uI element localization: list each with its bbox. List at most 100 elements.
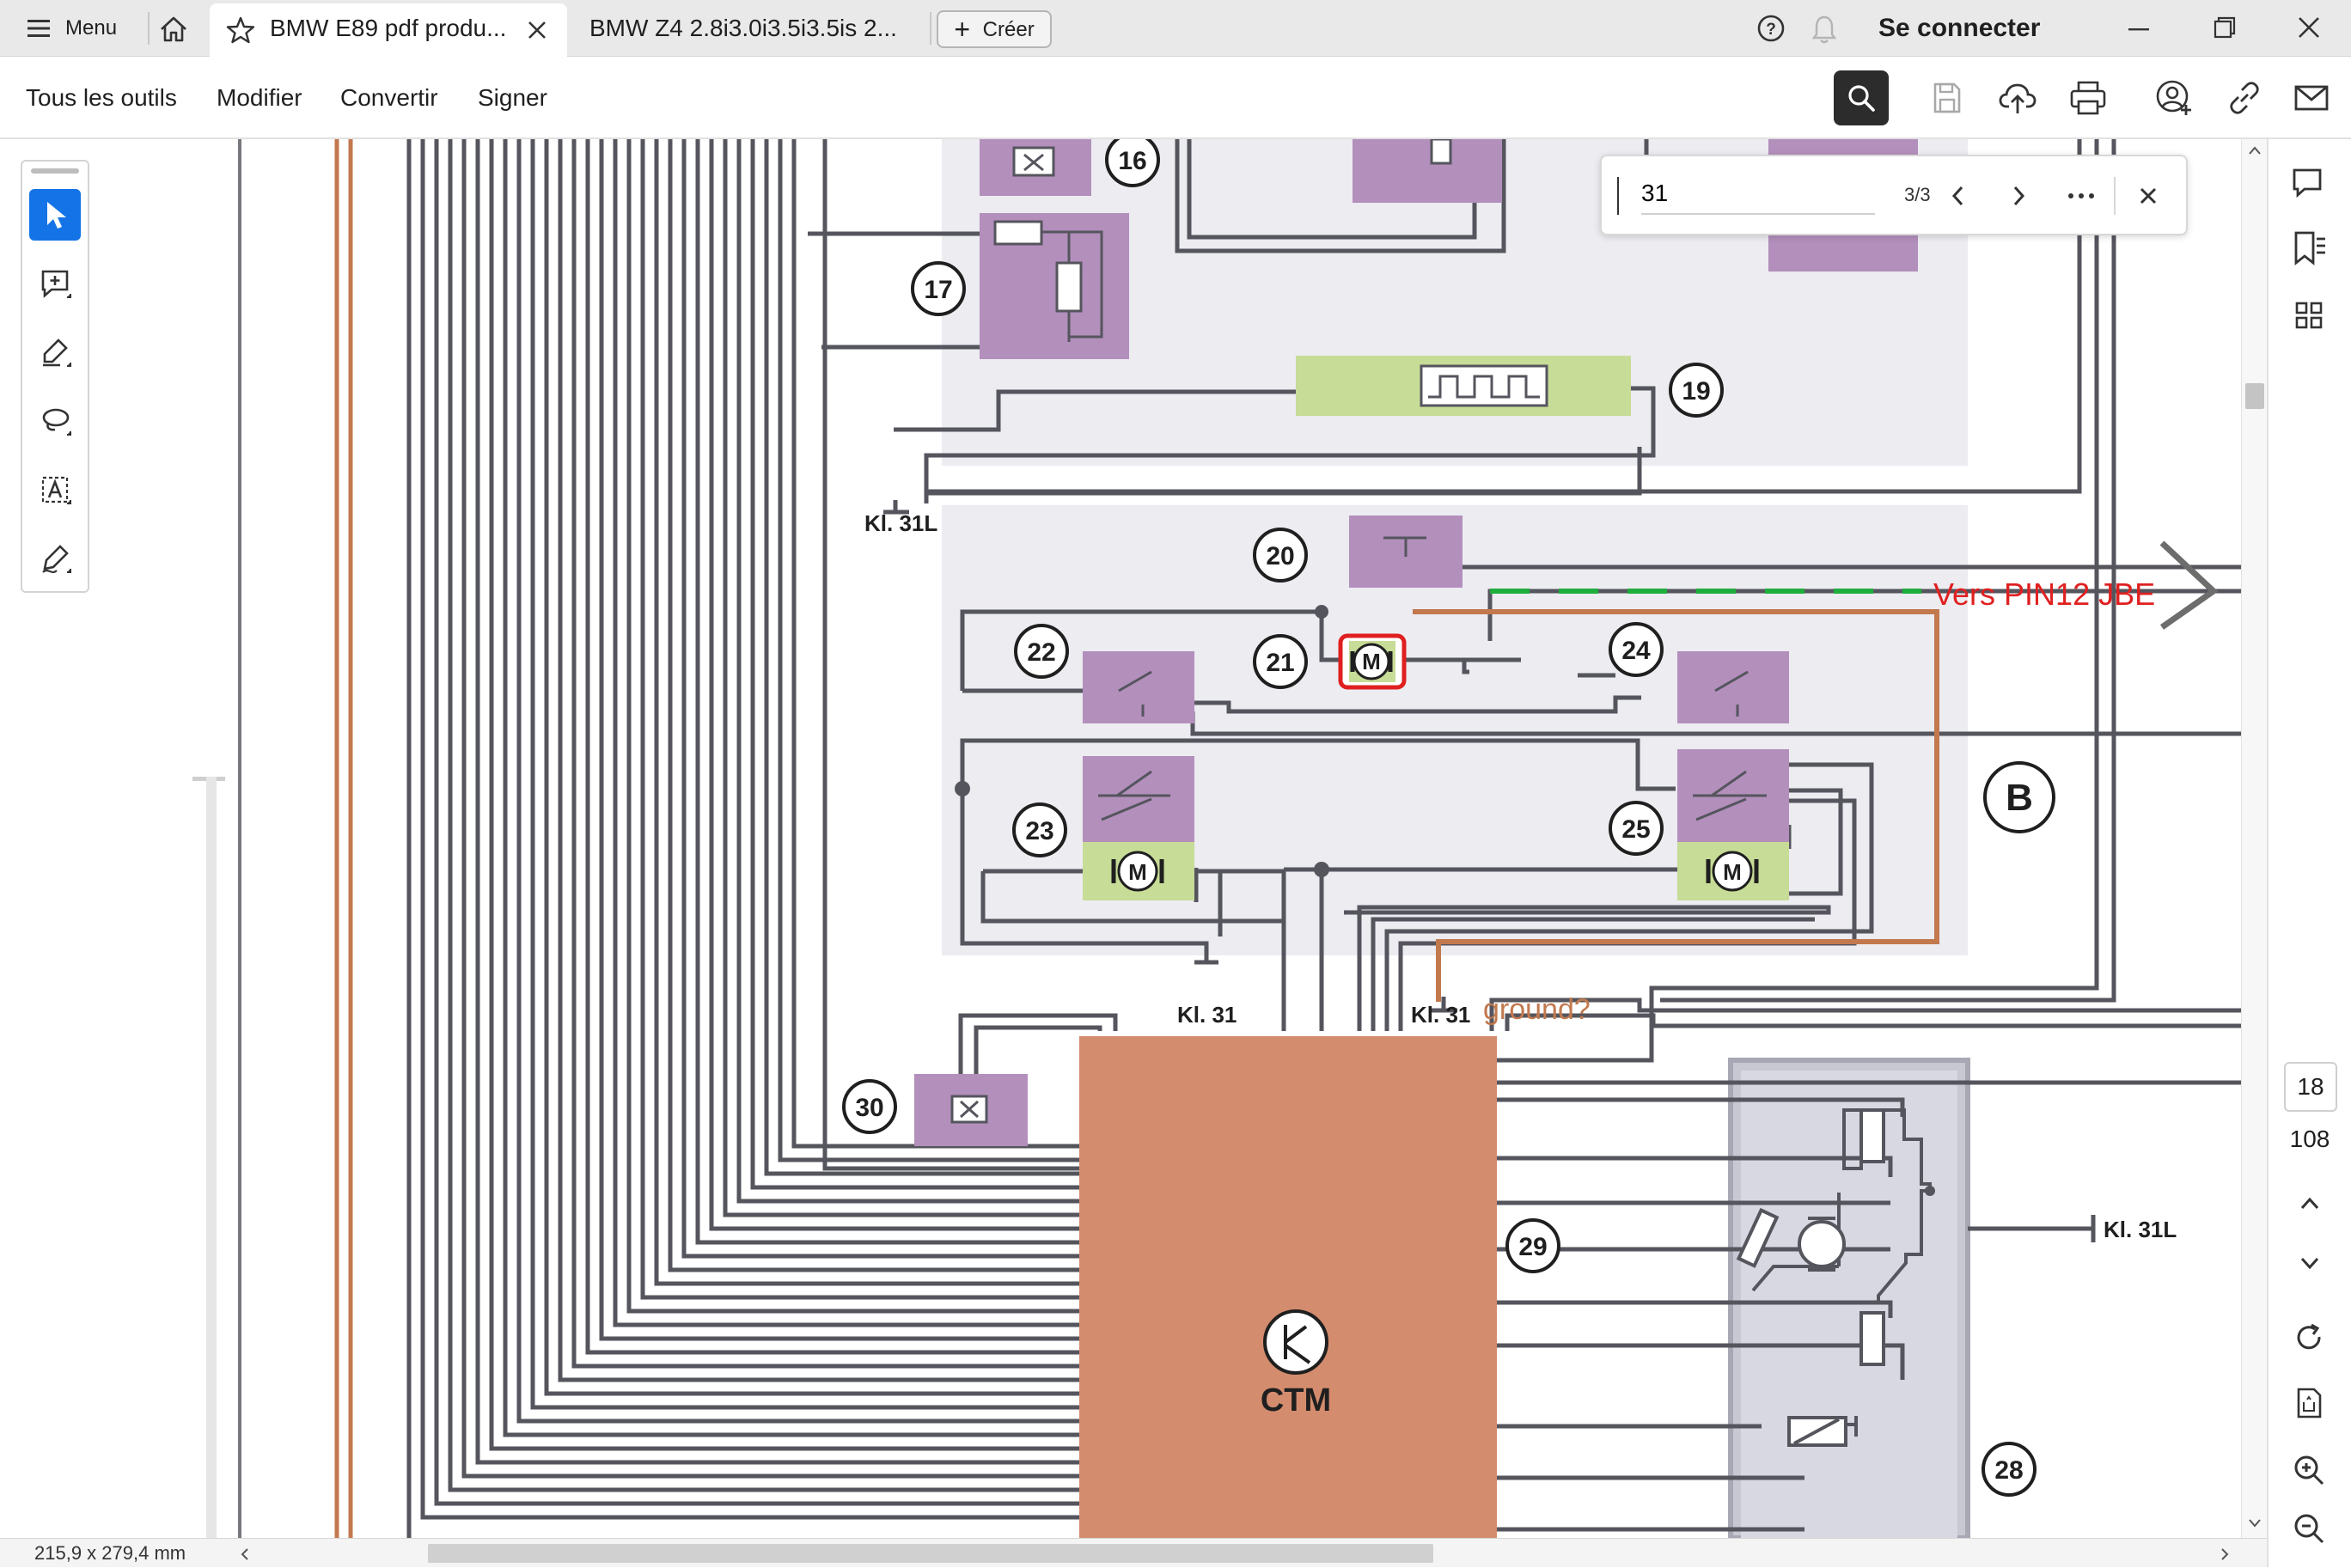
highlighter-icon — [43, 339, 71, 367]
home-icon[interactable] — [158, 15, 189, 44]
share-user-icon[interactable] — [2152, 76, 2196, 120]
email-icon[interactable] — [2289, 76, 2334, 120]
orange-border-wire — [334, 139, 353, 1538]
tab-label: BMW E89 pdf produ... — [270, 15, 507, 41]
window-close-icon[interactable] — [2296, 15, 2322, 40]
label-19: 19 — [1682, 377, 1710, 406]
menu-label: Menu — [65, 16, 118, 40]
svg-text:?: ? — [1766, 21, 1776, 39]
comments-icon[interactable] — [2289, 163, 2329, 203]
comment-tool[interactable] — [29, 258, 81, 309]
motor-label: M — [1128, 859, 1147, 885]
close-find-icon[interactable] — [2136, 184, 2160, 208]
menu-convert[interactable]: Convertir — [340, 57, 438, 139]
print-icon[interactable] — [2066, 76, 2110, 120]
next-result-icon[interactable] — [2006, 180, 2031, 211]
find-result-count: 3/3 — [1904, 184, 1931, 205]
page-down-icon[interactable] — [2294, 1248, 2325, 1278]
menu-all-tools[interactable]: Tous les outils — [26, 57, 177, 139]
scroll-thumb[interactable] — [2245, 383, 2264, 409]
kl31l-right-label: Kl. 31L — [2104, 1217, 2177, 1242]
label-22: 22 — [1027, 638, 1055, 667]
help-icon[interactable]: ? — [1756, 14, 1786, 43]
more-options-icon[interactable] — [2064, 180, 2098, 211]
close-icon[interactable] — [526, 19, 548, 41]
label-29: 29 — [1518, 1233, 1547, 1261]
search-button[interactable] — [1834, 70, 1889, 125]
annotation-toolbar — [21, 160, 89, 593]
zoom-in-icon[interactable] — [2291, 1452, 2327, 1488]
kl31l-top-label: Kl. 31L — [864, 510, 937, 536]
restore-icon[interactable] — [2212, 15, 2238, 40]
document-view[interactable]: M M M 16 17 19 20 22 21 23 24 25 B 30 29… — [225, 139, 2241, 1538]
text-box-icon — [41, 476, 71, 504]
label-23: 23 — [1025, 817, 1053, 845]
total-pages: 108 — [2289, 1126, 2330, 1152]
plus-icon: + — [954, 14, 970, 45]
bookmarks-icon[interactable] — [2289, 229, 2329, 268]
label-section-b: B — [2006, 777, 2033, 819]
motor-label: M — [1362, 649, 1381, 674]
arrow-marker — [2159, 540, 2219, 630]
label-30: 30 — [855, 1094, 883, 1122]
tab-label: BMW Z4 2.8i3.0i3.5i3.5is 2... — [589, 15, 897, 41]
page-up-icon[interactable] — [2294, 1189, 2325, 1220]
menu-modify[interactable]: Modifier — [217, 57, 302, 139]
rotate-icon[interactable] — [2291, 1320, 2327, 1356]
bell-icon[interactable] — [1810, 14, 1839, 45]
motor-label: M — [1723, 859, 1742, 885]
find-bar: 3/3 — [1600, 155, 2188, 235]
add-comment-icon — [41, 270, 71, 298]
sign-tool[interactable] — [29, 533, 81, 584]
text-tool[interactable] — [29, 464, 81, 516]
select-tool[interactable] — [29, 189, 81, 241]
separator — [930, 12, 931, 45]
upload-cloud-icon[interactable] — [1995, 76, 2040, 120]
find-input[interactable] — [1641, 174, 1875, 215]
previous-result-icon[interactable] — [1945, 180, 1971, 211]
label-28: 28 — [1994, 1456, 2023, 1485]
scroll-left-icon[interactable] — [239, 1547, 251, 1562]
thumbnails-icon[interactable] — [2291, 297, 2327, 333]
scroll-down-icon[interactable] — [2247, 1517, 2262, 1529]
tab-bmw-z4[interactable]: BMW Z4 2.8i3.0i3.5i3.5is 2... — [571, 0, 928, 57]
current-page-field[interactable]: 18 — [2284, 1062, 2337, 1112]
draw-tool[interactable] — [29, 395, 81, 447]
status-bar: 215,9 x 279,4 mm — [0, 1538, 2267, 1567]
cursor-icon — [47, 202, 66, 229]
link-icon[interactable] — [2222, 76, 2267, 120]
ctm-label: CTM — [1261, 1382, 1331, 1419]
annotation-ground: ground? — [1483, 993, 1591, 1026]
hamburger-icon — [27, 20, 50, 37]
vertical-scrollbar[interactable] — [2241, 139, 2267, 1538]
minimize-icon[interactable] — [2126, 15, 2152, 41]
scroll-right-icon[interactable] — [2219, 1547, 2231, 1562]
kl31-label-a: Kl. 31 — [1177, 1002, 1237, 1028]
drag-handle[interactable] — [31, 168, 79, 174]
wiring-diagram: M M M 16 17 19 20 22 21 23 24 25 B 30 29… — [238, 139, 2241, 1538]
star-icon[interactable] — [225, 15, 256, 45]
label-24: 24 — [1621, 637, 1651, 665]
menu-sign[interactable]: Signer — [478, 57, 547, 139]
page-fit-icon[interactable] — [2291, 1385, 2327, 1421]
label-21: 21 — [1266, 649, 1294, 677]
save-icon[interactable] — [1925, 76, 1969, 120]
separator — [148, 12, 150, 45]
label-20: 20 — [1266, 542, 1294, 570]
tab-bmw-e89[interactable]: BMW E89 pdf produ... — [210, 3, 567, 57]
create-button[interactable]: + Créer — [937, 10, 1052, 48]
zoom-out-icon[interactable] — [2291, 1510, 2327, 1547]
scroll-up-icon[interactable] — [2247, 144, 2262, 156]
search-icon — [1848, 85, 1875, 112]
horizontal-scroll-thumb[interactable] — [428, 1544, 1433, 1563]
ctm-module — [1079, 1036, 1497, 1538]
highlight-tool[interactable] — [29, 326, 81, 378]
current-page: 18 — [2297, 1073, 2324, 1100]
menu-button[interactable]: Menu — [15, 0, 144, 57]
label-17: 17 — [924, 276, 952, 304]
label-16: 16 — [1118, 147, 1146, 175]
page-size-label: 215,9 x 279,4 mm — [34, 1542, 186, 1564]
horizontal-scrollbar[interactable] — [256, 1542, 2217, 1565]
junction-dot — [1925, 1186, 1935, 1196]
signin-button[interactable]: Se connecter — [1878, 0, 2040, 57]
